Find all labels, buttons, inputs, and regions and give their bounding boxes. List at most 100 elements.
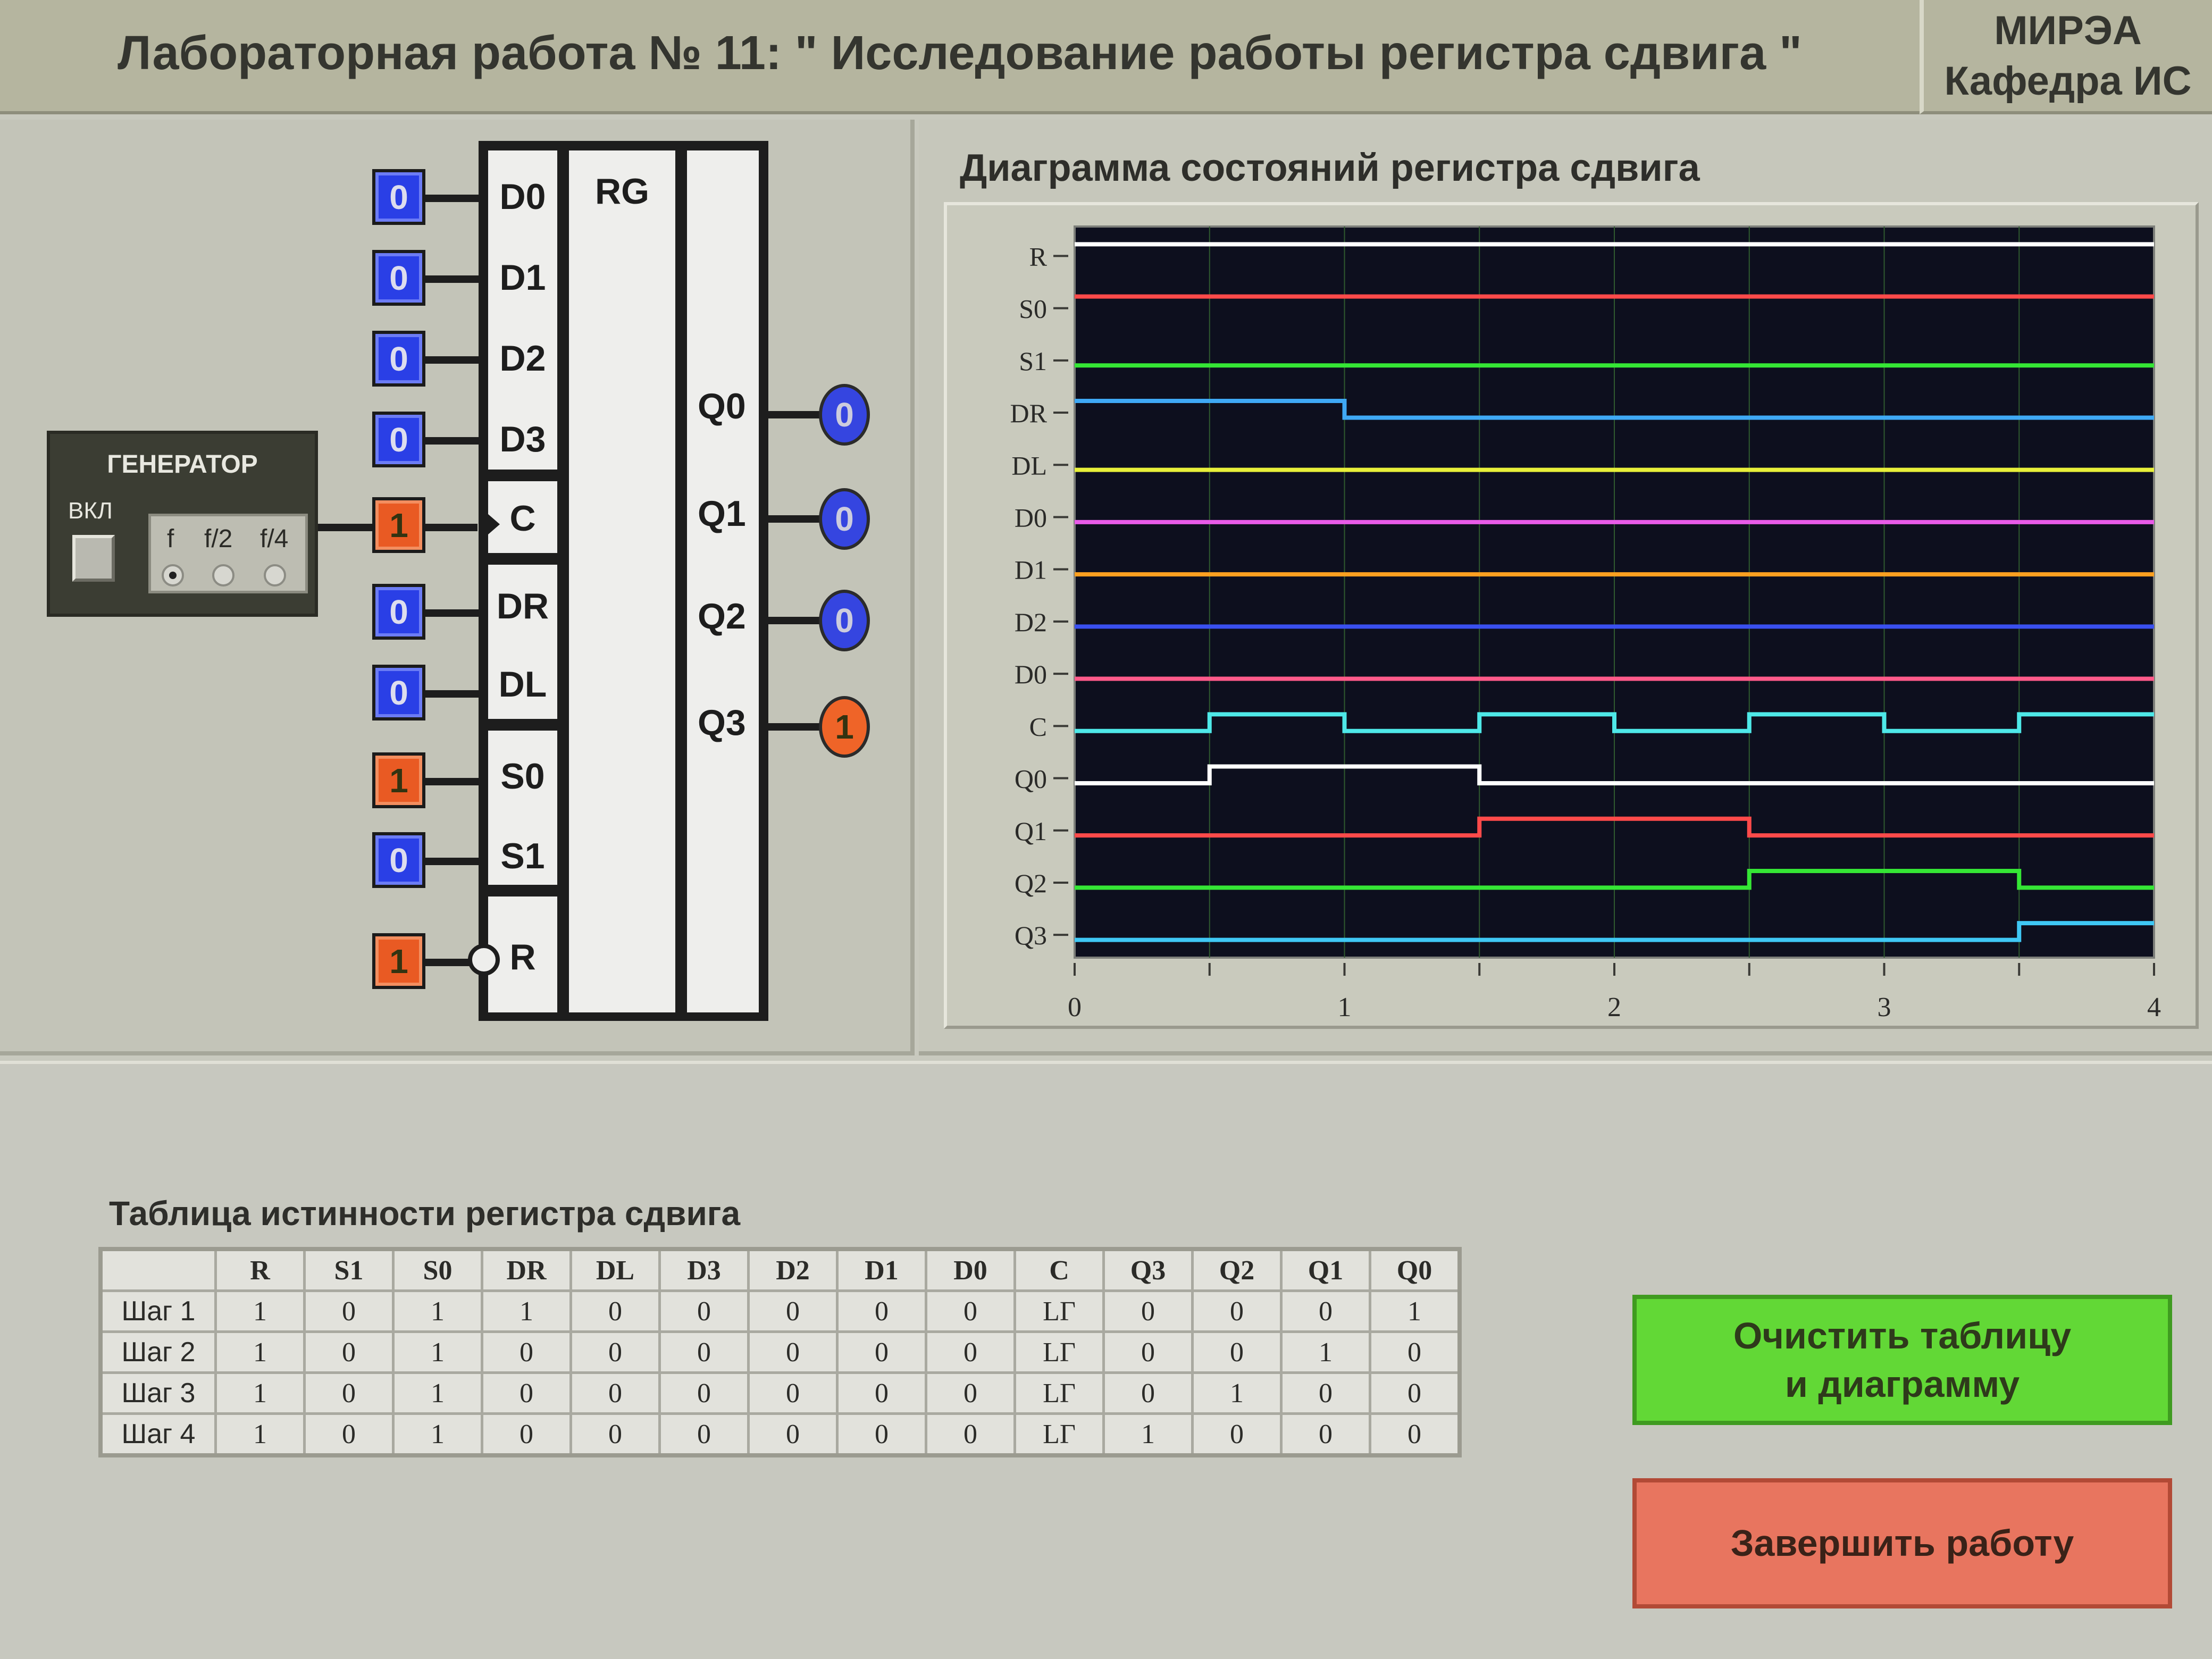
series-label-q0: Q0 xyxy=(1015,764,1047,794)
table-cell: 0 xyxy=(925,1412,1016,1457)
wire-d2 xyxy=(425,356,479,364)
col-header-d0: D0 xyxy=(925,1247,1016,1292)
table-cell: LΓ xyxy=(1013,1330,1105,1374)
wire-d0 xyxy=(425,195,479,202)
table-cell: 0 xyxy=(658,1371,750,1415)
table-cell: 0 xyxy=(658,1412,750,1457)
register-core xyxy=(569,150,675,1012)
input-d2-button[interactable]: 0 xyxy=(372,331,425,387)
input-s0-button[interactable]: 1 xyxy=(372,752,425,808)
table-cell: 0 xyxy=(836,1289,927,1333)
table-cell: 1 xyxy=(1280,1330,1371,1374)
input-dl-button[interactable]: 0 xyxy=(372,665,425,720)
freq-radio-f4[interactable] xyxy=(264,564,286,586)
table-cell: 1 xyxy=(392,1289,483,1333)
pin-label-q0: Q0 xyxy=(698,386,746,426)
col-header-dl: DL xyxy=(569,1247,661,1292)
page-title: Лабораторная работа № 11: " Исследование… xyxy=(118,26,1802,80)
wire-q3 xyxy=(768,723,822,731)
x-tick-label: 1 xyxy=(1338,992,1352,1023)
output-q1-led: 0 xyxy=(819,488,870,550)
table-cell: 1 xyxy=(1102,1412,1194,1457)
input-d0-button[interactable]: 0 xyxy=(372,169,425,225)
table-cell: 0 xyxy=(303,1330,395,1374)
clear-table-button[interactable]: Очистить таблицу и диаграмму xyxy=(1632,1295,2172,1425)
wire-d3 xyxy=(425,437,479,445)
generator-on-toggle[interactable] xyxy=(72,535,115,582)
series-label-dr: DR xyxy=(1010,398,1048,428)
col-header-c: C xyxy=(1013,1247,1105,1292)
table-cell: 0 xyxy=(658,1289,750,1333)
series-label-q2: Q2 xyxy=(1015,868,1047,898)
series-label-c: C xyxy=(1029,711,1047,741)
input-s1-button[interactable]: 0 xyxy=(372,832,425,888)
reset-inversion-icon xyxy=(468,944,500,976)
pin-label-dl: DL xyxy=(498,664,547,705)
table-cell: 0 xyxy=(1280,1289,1371,1333)
wire-q0 xyxy=(768,411,822,418)
table-cell: 1 xyxy=(1369,1289,1461,1333)
table-cell: 0 xyxy=(1369,1330,1461,1374)
table-cell: 1 xyxy=(214,1412,306,1457)
pin-label-d2: D2 xyxy=(499,338,546,379)
series-label-d0: D0 xyxy=(1015,502,1047,532)
table-cell: 1 xyxy=(392,1371,483,1415)
frequency-selector: f f/2 f/4 xyxy=(148,514,308,593)
input-dr-button[interactable]: 0 xyxy=(372,584,425,640)
table-cell: 0 xyxy=(836,1330,927,1374)
row-label: Шаг 2 xyxy=(99,1330,217,1374)
org-box: МИРЭА Кафедра ИС xyxy=(1920,0,2212,114)
input-c-button[interactable]: 1 xyxy=(372,497,425,553)
col-header-q2: Q2 xyxy=(1191,1247,1283,1292)
org-line-2: Кафедра ИС xyxy=(1944,58,2192,104)
row-label: Шаг 3 xyxy=(99,1371,217,1415)
freq-label-f4: f/4 xyxy=(260,525,289,553)
timing-diagram: R S0 S1 DR DL D0 D1 D2 D0 C Q0 Q1 Q2 Q3 0 1 2 3 4 xyxy=(1010,225,2161,1023)
wire-q2 xyxy=(768,617,822,624)
table-cell: 0 xyxy=(925,1371,1016,1415)
table-cell: 0 xyxy=(747,1289,839,1333)
col-header-s0: S0 xyxy=(392,1247,483,1292)
wire-dr xyxy=(425,609,479,617)
col-header-d3: D3 xyxy=(658,1247,750,1292)
col-header-q3: Q3 xyxy=(1102,1247,1194,1292)
series-label-d1: D1 xyxy=(1015,555,1047,585)
table-header-row: R S1 S0 DR DL D3 D2 D1 D0 C Q3 Q2 Q1 Q0 xyxy=(99,1247,1461,1292)
input-r-button[interactable]: 1 xyxy=(372,933,425,989)
pin-label-q2: Q2 xyxy=(698,596,746,636)
freq-label-f: f xyxy=(167,525,174,553)
generator-title: ГЕНЕРАТОР xyxy=(107,450,258,479)
col-header-dr: DR xyxy=(481,1247,572,1292)
table-cell: 0 xyxy=(658,1330,750,1374)
output-q3-led: 1 xyxy=(819,696,870,758)
table-cell: 1 xyxy=(214,1371,306,1415)
table-cell: 0 xyxy=(1369,1371,1461,1415)
table-cell: 0 xyxy=(747,1330,839,1374)
generator-on-label: ВКЛ xyxy=(68,498,113,524)
series-label-dl: DL xyxy=(1011,450,1047,480)
freq-radio-f2[interactable] xyxy=(212,564,234,586)
table-cell: 1 xyxy=(214,1289,306,1333)
input-d1-button[interactable]: 0 xyxy=(372,250,425,306)
table-cell: 0 xyxy=(747,1371,839,1415)
table-cell: 1 xyxy=(481,1289,572,1333)
pin-label-d1: D1 xyxy=(499,257,546,298)
x-tick-label: 3 xyxy=(1878,992,1891,1023)
table-cell: 0 xyxy=(1191,1412,1283,1457)
table-cell: 0 xyxy=(569,1289,661,1333)
wire-dl xyxy=(425,690,479,698)
finish-work-button[interactable]: Завершить работу xyxy=(1632,1478,2172,1608)
pin-label-dr: DR xyxy=(496,586,549,626)
col-header-d2: D2 xyxy=(747,1247,839,1292)
input-d3-button[interactable]: 0 xyxy=(372,412,425,467)
freq-radio-f[interactable] xyxy=(162,564,184,586)
col-header-s1: S1 xyxy=(303,1247,395,1292)
wire-d1 xyxy=(425,275,479,283)
table-row: Шаг 3 1 0 1 0 0 0 0 0 0 LΓ 0 1 0 0 xyxy=(99,1371,1461,1415)
table-cell: 0 xyxy=(1102,1330,1194,1374)
x-tick-label: 4 xyxy=(2147,992,2161,1023)
table-cell: 0 xyxy=(569,1412,661,1457)
table-cell: 0 xyxy=(1191,1289,1283,1333)
x-tick-label: 2 xyxy=(1607,992,1621,1023)
col-header-r: R xyxy=(214,1247,306,1292)
